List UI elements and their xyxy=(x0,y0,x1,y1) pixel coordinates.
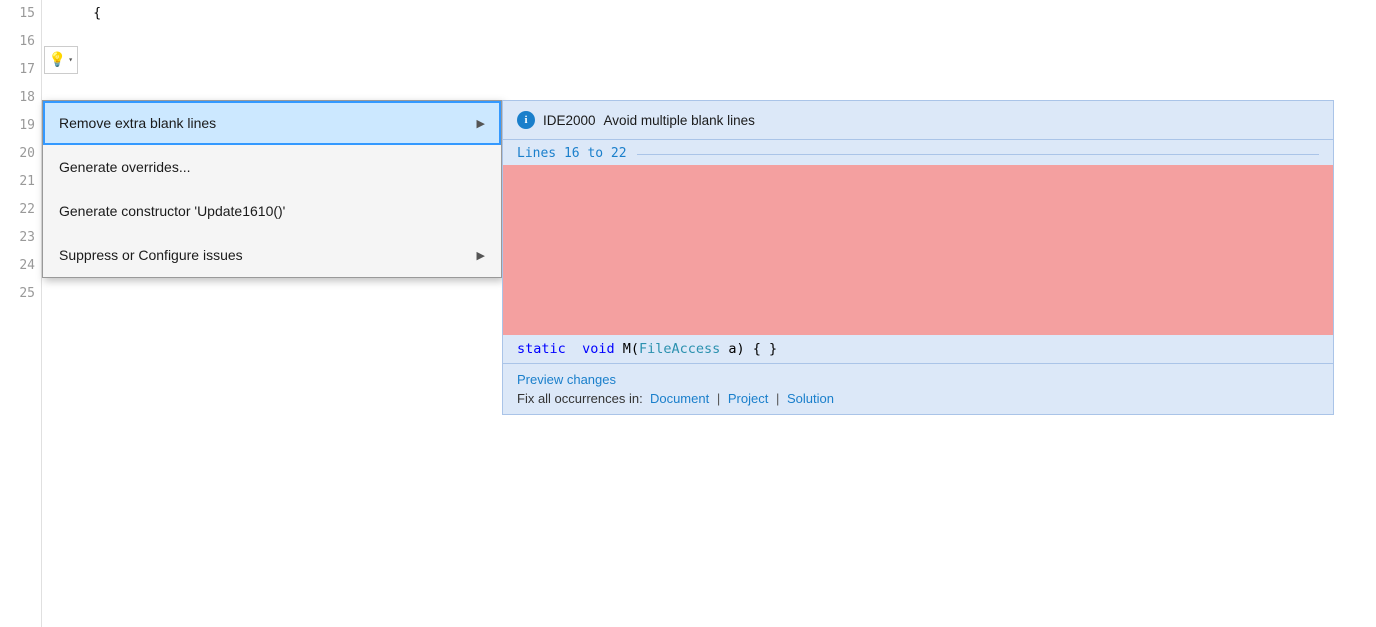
line-number-18: 18 xyxy=(19,84,35,112)
line-number-23: 23 xyxy=(19,224,35,252)
menu-item-suppress-configure-arrow: ▶ xyxy=(477,249,485,262)
preview-panel: i IDE2000 Avoid multiple blank lines Lin… xyxy=(502,100,1334,415)
line-number-15: 15 xyxy=(19,0,35,28)
preview-keyword-static: static xyxy=(517,341,566,357)
red-highlight-block xyxy=(503,165,1333,335)
line-number-20: 20 xyxy=(19,140,35,168)
fix-separator-2: | xyxy=(776,391,779,406)
preview-code-area xyxy=(503,165,1333,335)
preview-lines-divider xyxy=(637,154,1319,155)
menu-item-suppress-configure-label: Suppress or Configure issues xyxy=(59,247,243,263)
line-number-25: 25 xyxy=(19,280,35,308)
fix-all-line: Fix all occurrences in: Document | Proje… xyxy=(517,391,1319,406)
fix-document-link[interactable]: Document xyxy=(650,391,709,406)
line-number-16: 16 xyxy=(19,28,35,56)
menu-item-remove-blank-lines-label: Remove extra blank lines xyxy=(59,115,216,131)
line-numbers-column: 15 16 17 18 19 20 21 22 23 24 25 xyxy=(0,0,42,627)
code-line-17 xyxy=(62,56,1376,84)
menu-item-generate-constructor-label: Generate constructor 'Update1610()' xyxy=(59,203,285,219)
line-number-21: 21 xyxy=(19,168,35,196)
fix-solution-link[interactable]: Solution xyxy=(787,391,834,406)
preview-code-line: static void M(FileAccess a) { } xyxy=(503,335,1333,363)
menu-item-suppress-configure[interactable]: Suppress or Configure issues ▶ xyxy=(43,233,501,277)
context-menu: Remove extra blank lines ▶ Generate over… xyxy=(42,100,502,278)
code-line-15: { xyxy=(62,0,1376,28)
menu-item-generate-overrides[interactable]: Generate overrides... xyxy=(43,145,501,189)
line-number-24: 24 xyxy=(19,252,35,280)
menu-item-remove-blank-lines-arrow: ▶ xyxy=(477,117,485,130)
line-number-19: 19 xyxy=(19,112,35,140)
code-line-16 xyxy=(62,28,1376,56)
menu-item-generate-constructor[interactable]: Generate constructor 'Update1610()' xyxy=(43,189,501,233)
lightbulb-button[interactable]: 💡 ▾ xyxy=(44,46,78,74)
line-number-17: 17 xyxy=(19,56,35,84)
fix-all-prefix: Fix all occurrences in: xyxy=(517,391,643,406)
preview-param: a) { } xyxy=(720,341,777,357)
preview-lines-range-text: Lines 16 to 22 xyxy=(517,146,627,161)
fix-separator-1: | xyxy=(717,391,720,406)
lightbulb-dropdown-arrow: ▾ xyxy=(68,55,73,65)
menu-item-remove-blank-lines[interactable]: Remove extra blank lines ▶ xyxy=(43,101,501,145)
info-icon: i xyxy=(517,111,535,129)
preview-type-fileaccess: FileAccess xyxy=(639,341,720,357)
preview-keyword-void: void M( xyxy=(574,341,639,357)
preview-header: i IDE2000 Avoid multiple blank lines xyxy=(503,101,1333,140)
preview-lines-range: Lines 16 to 22 xyxy=(503,140,1333,165)
line-number-22: 22 xyxy=(19,196,35,224)
preview-diagnostic-id: IDE2000 xyxy=(543,113,596,128)
menu-item-generate-overrides-label: Generate overrides... xyxy=(59,159,191,175)
preview-footer: Preview changes Fix all occurrences in: … xyxy=(503,363,1333,414)
preview-changes-link[interactable]: Preview changes xyxy=(517,372,1319,387)
lightbulb-icon: 💡 xyxy=(49,52,66,69)
fix-project-link[interactable]: Project xyxy=(728,391,768,406)
preview-title: Avoid multiple blank lines xyxy=(604,113,755,128)
